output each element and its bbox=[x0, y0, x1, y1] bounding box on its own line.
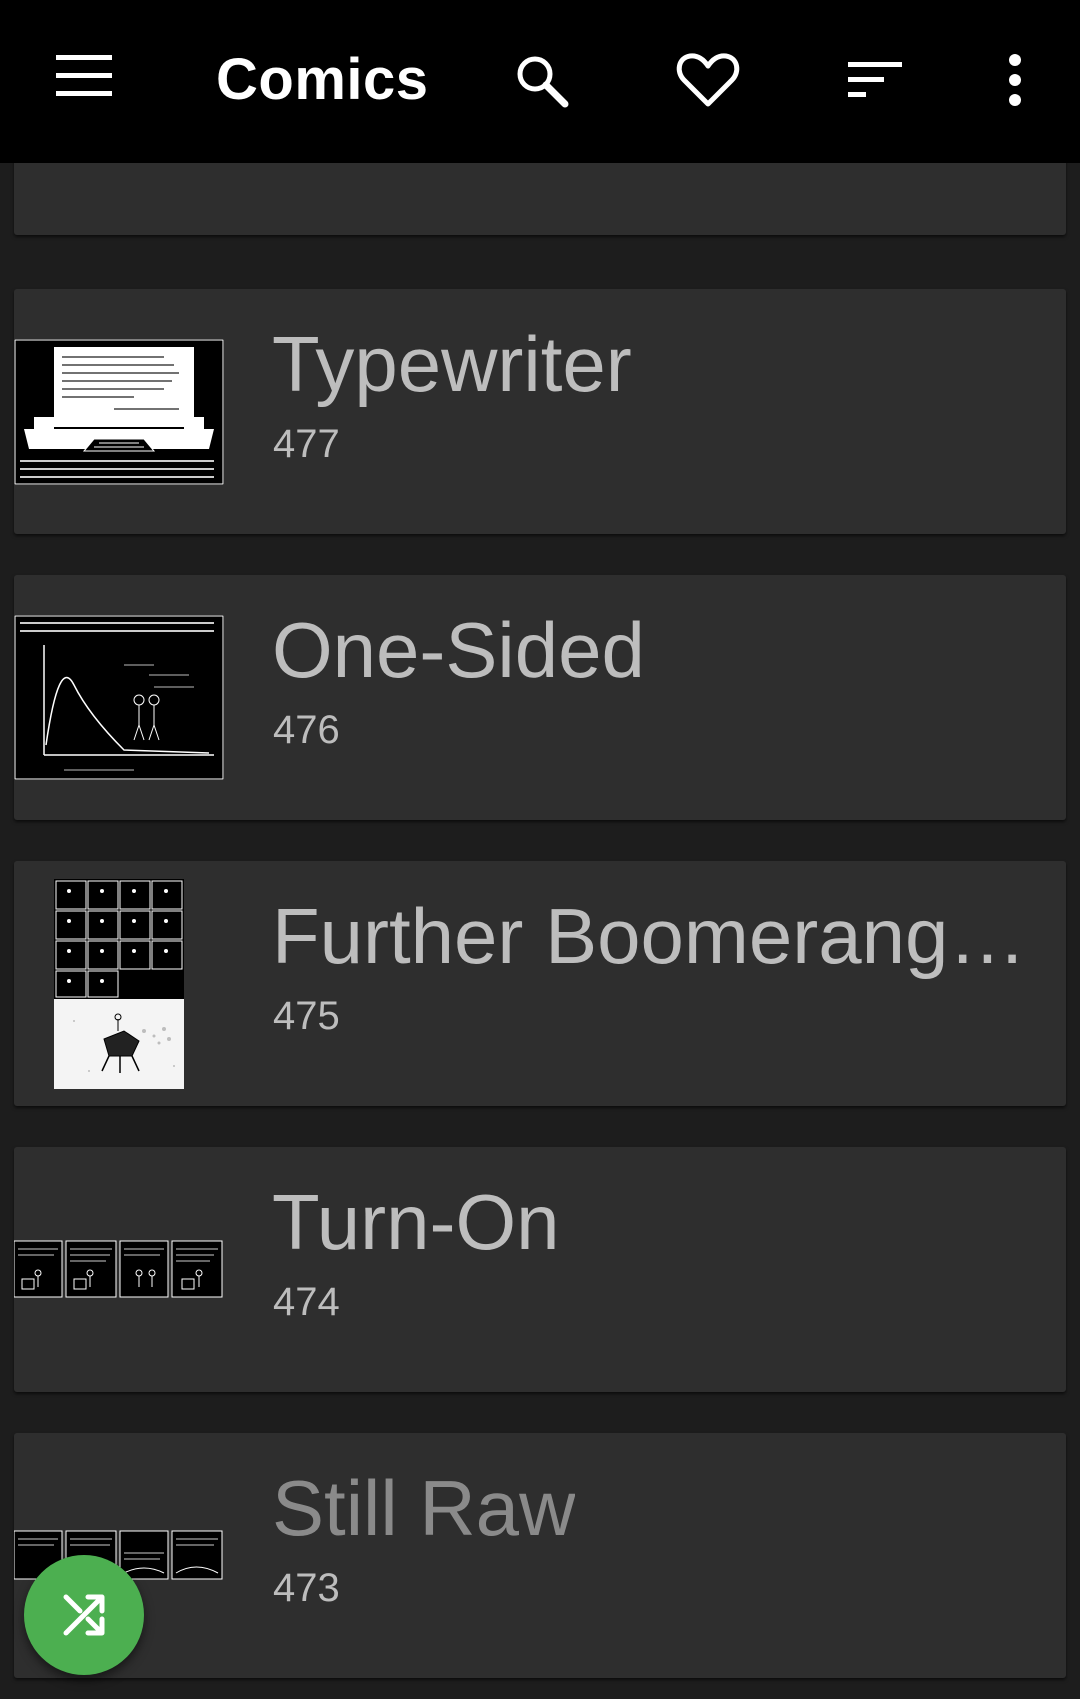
comic-title: Typewriter bbox=[272, 320, 632, 408]
comic-card-473[interactable]: Still Raw 473 bbox=[14, 1433, 1066, 1678]
comic-thumbnail bbox=[54, 879, 184, 1089]
favorites-button[interactable] bbox=[673, 45, 743, 115]
comic-list[interactable]: 478 bbox=[0, 0, 1080, 1699]
comic-title: Still Raw bbox=[272, 1464, 576, 1552]
comic-thumbnail bbox=[14, 615, 224, 780]
sort-icon bbox=[848, 62, 902, 97]
comic-title: Turn-On bbox=[272, 1178, 560, 1266]
comic-thumbnail bbox=[14, 339, 224, 485]
more-vert-icon bbox=[1009, 54, 1021, 106]
comic-number: 473 bbox=[273, 1566, 340, 1610]
comic-card-476[interactable]: One-Sided 476 bbox=[14, 575, 1066, 820]
comic-number: 476 bbox=[273, 708, 340, 752]
random-comic-button[interactable] bbox=[24, 1555, 144, 1675]
comic-number: 474 bbox=[273, 1280, 340, 1324]
shuffle-icon bbox=[63, 1594, 105, 1636]
comic-number: 475 bbox=[273, 994, 340, 1038]
search-button[interactable] bbox=[506, 45, 576, 115]
comic-card-475[interactable]: Further Boomerang Difficulties 475 bbox=[14, 861, 1066, 1106]
comic-number: 477 bbox=[273, 422, 340, 466]
app-root: 478 bbox=[0, 0, 1080, 1699]
comic-title: Further Boomerang Difficulties bbox=[272, 892, 1042, 980]
app-toolbar: Comics bbox=[0, 0, 1080, 163]
comic-title: One-Sided bbox=[272, 606, 645, 694]
heart-icon bbox=[676, 53, 740, 107]
comic-card-474[interactable]: Turn-On 474 bbox=[14, 1147, 1066, 1392]
page-title: Comics bbox=[216, 47, 429, 112]
menu-icon[interactable] bbox=[56, 55, 112, 97]
comic-thumbnail bbox=[14, 1240, 223, 1298]
comic-card-477[interactable]: Typewriter 477 bbox=[14, 289, 1066, 534]
search-icon bbox=[517, 56, 569, 108]
more-options-button[interactable] bbox=[980, 45, 1050, 115]
sort-button[interactable] bbox=[840, 45, 910, 115]
